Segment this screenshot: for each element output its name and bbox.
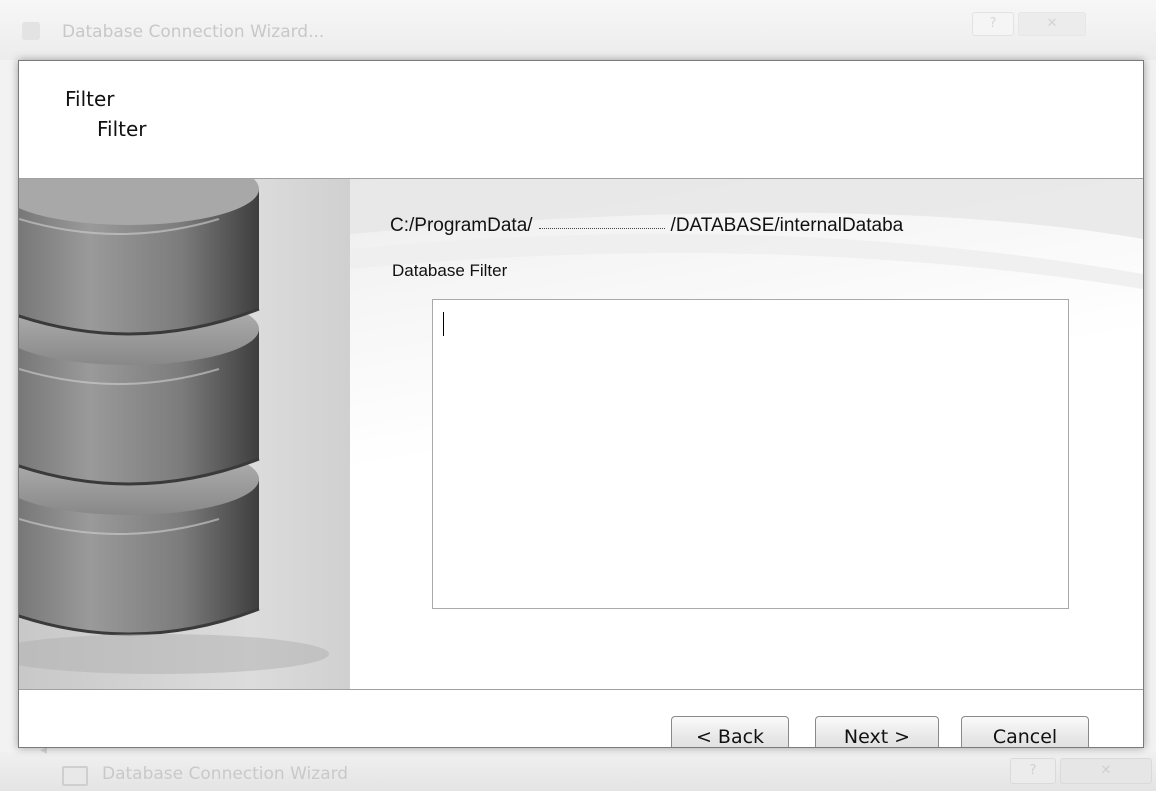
page-subtitle: Filter bbox=[97, 117, 147, 141]
wizard-dialog: Filter Filter C:/ProgramData/ /DATABASE/… bbox=[18, 60, 1144, 748]
wizard-sidebar-image bbox=[19, 179, 350, 689]
background-close-button: ✕ bbox=[1060, 758, 1152, 784]
path-prefix: C:/ProgramData/ bbox=[390, 215, 533, 236]
wizard-header: Filter Filter bbox=[19, 61, 1143, 179]
help-icon: ? bbox=[989, 16, 997, 31]
path-redaction bbox=[538, 218, 665, 230]
cancel-button[interactable]: Cancel bbox=[961, 716, 1089, 747]
close-button[interactable]: ✕ bbox=[1018, 12, 1086, 36]
background-window-title: Database Connection Wizard... bbox=[62, 22, 325, 42]
next-button[interactable]: Next > bbox=[815, 716, 939, 747]
back-button[interactable]: < Back bbox=[671, 716, 789, 747]
database-icon bbox=[19, 179, 329, 674]
text-caret bbox=[443, 312, 444, 336]
window-icon bbox=[62, 766, 88, 786]
background-help-button: ? bbox=[1010, 758, 1056, 784]
database-filter-label: Database Filter bbox=[392, 261, 508, 280]
wizard-content: C:/ProgramData//DATABASE/internalDataba … bbox=[350, 179, 1143, 689]
database-path: C:/ProgramData/ /DATABASE/internalDataba bbox=[390, 215, 903, 237]
database-filter-input[interactable] bbox=[432, 299, 1069, 609]
path-suffix: /DATABASE/internalDataba bbox=[670, 215, 904, 236]
wizard-footer: < Back Next > Cancel bbox=[19, 689, 1143, 747]
app-icon bbox=[22, 22, 40, 40]
background-window-bottom-title: Database Connection Wizard bbox=[102, 764, 349, 784]
close-icon: ✕ bbox=[1100, 763, 1112, 778]
help-button[interactable]: ? bbox=[972, 12, 1014, 36]
page-title: Filter bbox=[65, 87, 115, 111]
close-icon: ✕ bbox=[1046, 16, 1058, 31]
help-icon: ? bbox=[1029, 763, 1037, 778]
